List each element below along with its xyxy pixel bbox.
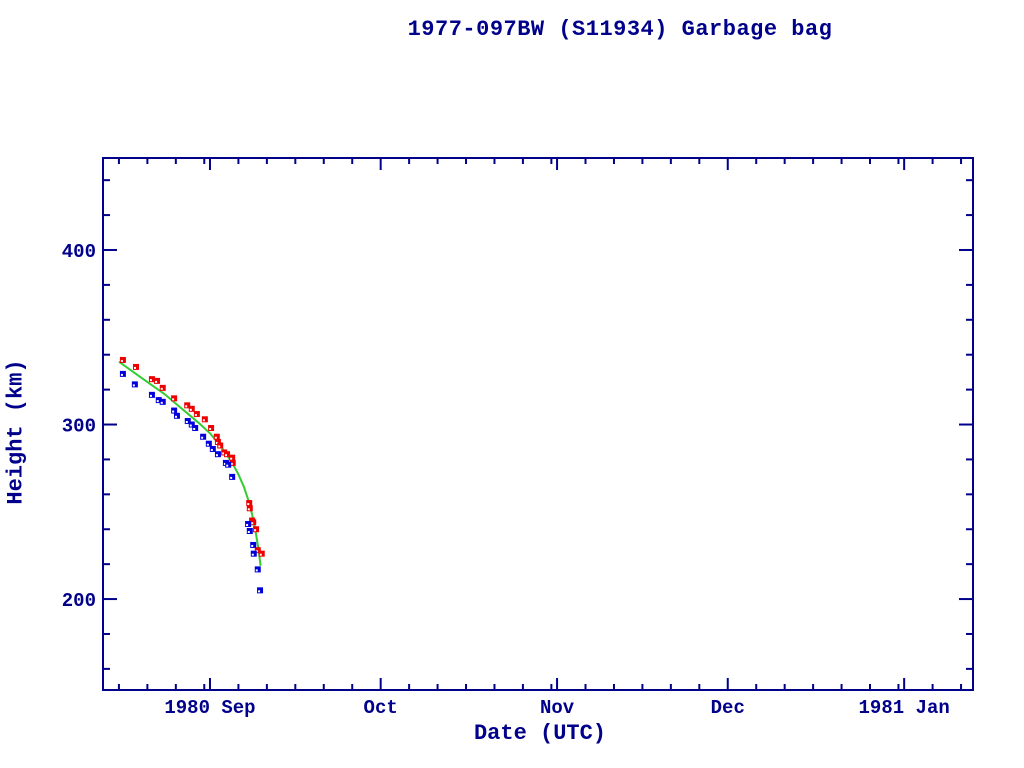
data-point-notch xyxy=(254,529,256,531)
data-point-notch xyxy=(121,374,123,376)
data-point-notch xyxy=(230,477,232,479)
y-tick-label: 200 xyxy=(62,590,96,612)
data-point-notch xyxy=(150,379,152,381)
data-point-notch xyxy=(193,428,195,430)
data-point-notch xyxy=(150,395,152,397)
data-point-notch xyxy=(201,437,203,439)
data-point-notch xyxy=(251,522,253,524)
data-point-notch xyxy=(133,384,135,386)
data-point-notch xyxy=(186,421,188,423)
data-point-notch xyxy=(161,402,163,404)
axis-frame xyxy=(103,158,973,690)
x-tick-label: Oct xyxy=(364,697,398,719)
x-tick-label: Dec xyxy=(711,697,745,719)
data-point-notch xyxy=(134,367,136,369)
data-point-notch xyxy=(121,360,123,362)
data-point-notch xyxy=(157,400,159,402)
data-point-notch xyxy=(175,416,177,418)
data-point-notch xyxy=(190,409,192,411)
data-point-notch xyxy=(225,454,227,456)
x-tick-label: 1981 Jan xyxy=(859,697,950,719)
green-fit-line xyxy=(119,362,261,566)
data-point-notch xyxy=(256,569,258,571)
data-point-notch xyxy=(161,388,163,390)
plot-area: 1980 Sep Oct Nov Dec 1981 Jan 200 300 400 xyxy=(0,0,1024,768)
data-point-notch xyxy=(209,428,211,430)
data-point-notch xyxy=(172,398,174,400)
data-point-notch xyxy=(222,452,224,454)
data-point-notch xyxy=(230,458,232,460)
data-point-notch xyxy=(258,590,260,592)
data-point-notch xyxy=(248,531,250,533)
data-point-notch xyxy=(185,405,187,407)
data-point-notch xyxy=(203,419,205,421)
data-point-notch xyxy=(226,465,228,467)
data-point-notch xyxy=(251,545,253,547)
x-tick-label: Nov xyxy=(540,697,575,719)
data-point-notch xyxy=(215,437,217,439)
data-point-notch xyxy=(248,508,250,510)
data-point-notch xyxy=(190,425,192,427)
x-tick-label: 1980 Sep xyxy=(164,697,255,719)
data-point-notch xyxy=(246,524,248,526)
chart-canvas: 1977-097BW (S11934) Garbage bag Height (… xyxy=(0,0,1024,768)
page: { "colors": { "background": "#ffffff", "… xyxy=(0,0,1024,768)
data-point-notch xyxy=(195,414,197,416)
data-point-notch xyxy=(252,554,254,556)
data-point-notch xyxy=(172,411,174,413)
y-tick-label: 300 xyxy=(62,416,96,438)
data-point-notch xyxy=(218,445,220,447)
data-point-notch xyxy=(216,454,218,456)
data-point-notch xyxy=(155,381,157,383)
y-tick-label: 400 xyxy=(62,241,96,263)
data-point-notch xyxy=(260,554,262,556)
data-point-notch xyxy=(207,444,209,446)
data-point-notch xyxy=(211,449,213,451)
data-point-notch xyxy=(247,503,249,505)
